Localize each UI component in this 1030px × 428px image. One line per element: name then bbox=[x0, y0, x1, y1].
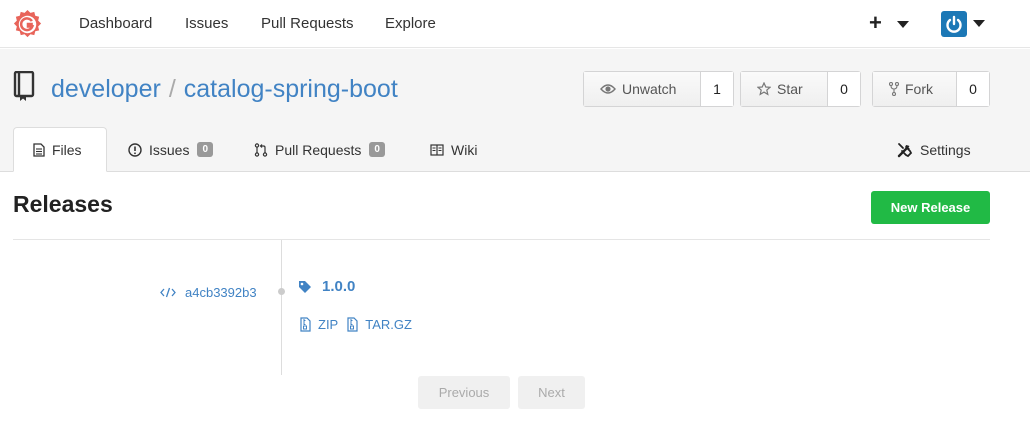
divider bbox=[13, 239, 990, 240]
git-pull-request-icon bbox=[254, 142, 268, 157]
fork-button[interactable]: Fork bbox=[873, 72, 957, 106]
file-zip-icon bbox=[347, 317, 358, 332]
repo-owner-link[interactable]: developer bbox=[51, 75, 161, 103]
release-tag-link[interactable]: 1.0.0 bbox=[298, 278, 355, 295]
download-targz-link[interactable]: TAR.GZ bbox=[347, 317, 412, 332]
download-zip-link[interactable]: ZIP bbox=[300, 317, 338, 332]
tab-files[interactable]: Files bbox=[13, 127, 107, 172]
star-button-group: Star 0 bbox=[740, 71, 861, 107]
tools-icon bbox=[897, 142, 913, 157]
eye-icon bbox=[600, 84, 616, 94]
tab-pull-requests[interactable]: Pull Requests 0 bbox=[254, 127, 385, 172]
star-icon bbox=[757, 82, 771, 96]
repo-title: developer / catalog-spring-boot bbox=[51, 75, 398, 104]
tab-issues[interactable]: Issues 0 bbox=[128, 127, 214, 172]
watch-count[interactable]: 1 bbox=[701, 72, 733, 106]
repo-book-icon bbox=[13, 71, 35, 101]
previous-page-button[interactable]: Previous bbox=[418, 376, 510, 409]
fork-icon bbox=[889, 82, 899, 96]
repo-header: developer / catalog-spring-boot Unwatch 1 … bbox=[0, 49, 1030, 172]
star-count[interactable]: 0 bbox=[828, 72, 860, 106]
fork-count[interactable]: 0 bbox=[957, 72, 989, 106]
issues-count-badge: 0 bbox=[197, 142, 214, 157]
gogs-logo-icon[interactable] bbox=[12, 9, 43, 40]
create-dropdown-caret-icon[interactable] bbox=[897, 21, 909, 28]
watch-button-group: Unwatch 1 bbox=[583, 71, 734, 107]
file-zip-icon bbox=[300, 317, 311, 332]
tab-settings[interactable]: Settings bbox=[897, 127, 971, 172]
file-text-icon bbox=[33, 142, 45, 157]
page-title: Releases bbox=[13, 191, 113, 217]
nav-pull-requests[interactable]: Pull Requests bbox=[261, 15, 354, 32]
code-icon bbox=[160, 287, 176, 298]
tab-wiki[interactable]: Wiki bbox=[430, 127, 477, 172]
nav-issues[interactable]: Issues bbox=[185, 15, 228, 32]
repo-separator: / bbox=[168, 75, 176, 103]
power-icon bbox=[946, 15, 962, 33]
tag-icon bbox=[299, 280, 311, 293]
top-navbar: Dashboard Issues Pull Requests Explore + bbox=[0, 0, 1030, 48]
new-release-button[interactable]: New Release bbox=[871, 191, 990, 224]
issue-opened-icon bbox=[128, 142, 142, 157]
timeline-line bbox=[281, 240, 282, 375]
release-downloads: ZIP TAR.GZ bbox=[300, 317, 421, 332]
unwatch-button[interactable]: Unwatch bbox=[584, 72, 701, 106]
release-commit-link[interactable]: a4cb3392b3 bbox=[160, 285, 257, 300]
user-dropdown-caret-icon[interactable] bbox=[973, 20, 985, 27]
create-new-plus-icon[interactable]: + bbox=[869, 10, 882, 36]
next-page-button[interactable]: Next bbox=[518, 376, 585, 409]
pulls-count-badge: 0 bbox=[369, 142, 385, 157]
book-icon bbox=[430, 143, 444, 156]
timeline-dot bbox=[278, 288, 285, 295]
repo-name-link[interactable]: catalog-spring-boot bbox=[184, 75, 398, 103]
nav-dashboard[interactable]: Dashboard bbox=[79, 15, 152, 32]
star-button[interactable]: Star bbox=[741, 72, 828, 106]
fork-button-group: Fork 0 bbox=[872, 71, 990, 107]
nav-explore[interactable]: Explore bbox=[385, 15, 436, 32]
user-avatar[interactable] bbox=[941, 11, 967, 37]
